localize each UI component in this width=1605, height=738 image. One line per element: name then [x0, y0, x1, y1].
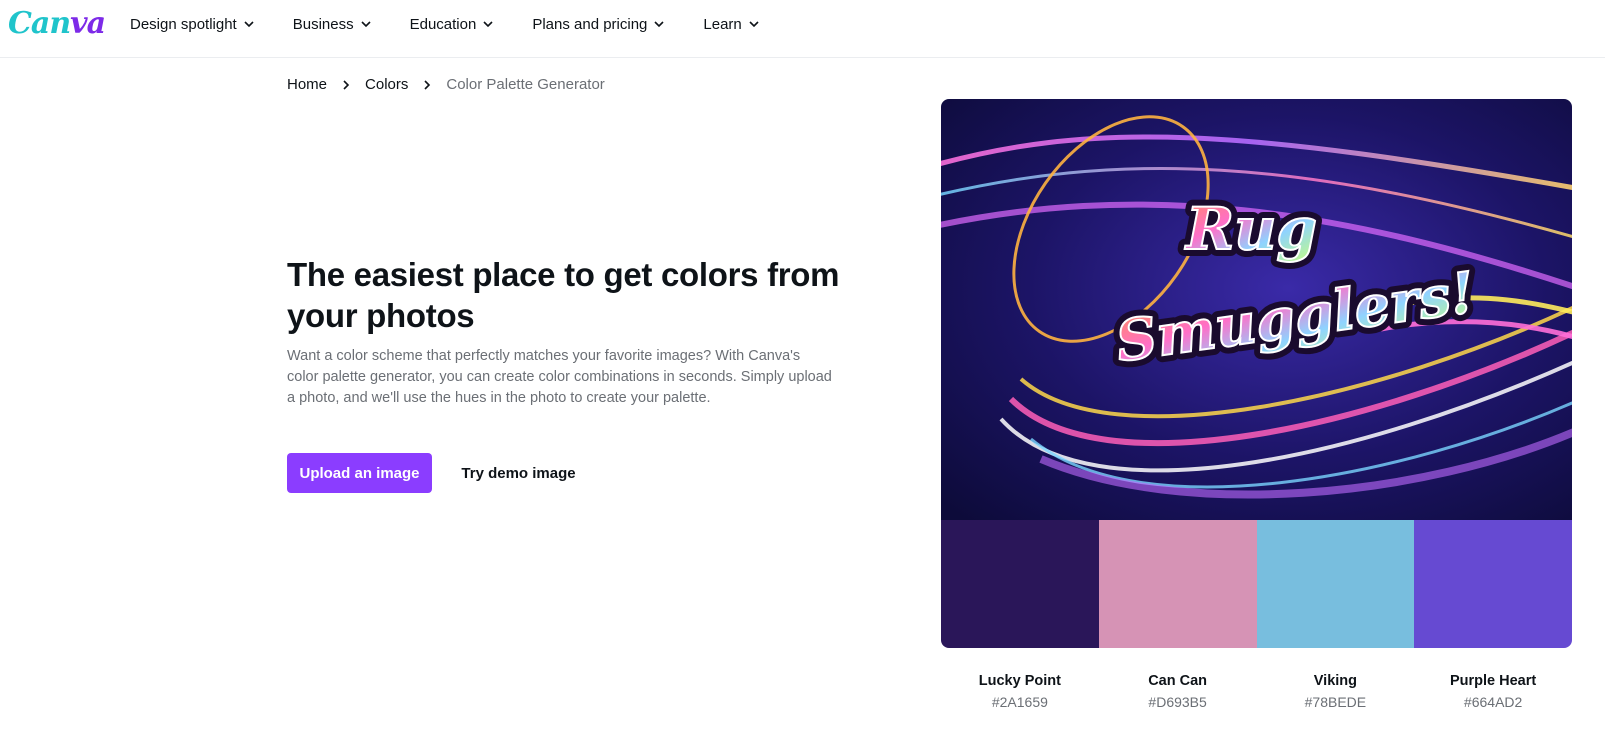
nav-item-label: Learn [703, 15, 742, 33]
chevron-down-icon [483, 21, 493, 28]
logo-text-main: Can [8, 6, 71, 41]
swatch-name: Lucky Point [978, 673, 1061, 689]
try-demo-image-button[interactable]: Try demo image [452, 453, 585, 493]
swatch-label: Can Can #D693B5 [1099, 673, 1257, 710]
nav-item-label: Design spotlight [130, 15, 237, 33]
swatch-purple-heart[interactable] [1414, 520, 1572, 648]
nav-item-business[interactable]: Business [293, 16, 372, 33]
chevron-down-icon [244, 21, 254, 28]
nav-item-label: Education [409, 15, 477, 33]
swatch-labels: Lucky Point #2A1659 Can Can #D693B5 Viki… [941, 673, 1572, 710]
swatch-lucky-point[interactable] [941, 520, 1099, 648]
swatch-label: Lucky Point #2A1659 [941, 673, 1099, 710]
breadcrumb: Home Colors Color Palette Generator [287, 76, 605, 93]
color-swatches [941, 520, 1572, 648]
nav-item-education[interactable]: Education [410, 16, 495, 33]
nav-item-label: Plans and pricing [532, 15, 648, 33]
chevron-right-icon [343, 79, 350, 90]
demo-image: Rug Rug Smugglers! Smugglers! [941, 99, 1572, 520]
chevron-down-icon [749, 21, 759, 28]
page-title: The easiest place to get colors from you… [287, 256, 840, 334]
swatch-label: Purple Heart #664AD2 [1414, 673, 1572, 710]
swatch-hex[interactable]: #2A1659 [941, 694, 1099, 710]
swatch-hex[interactable]: #78BEDE [1257, 694, 1415, 710]
canva-logo[interactable]: Canva [8, 6, 106, 41]
breadcrumb-home[interactable]: Home [287, 76, 327, 93]
logo-text-accent: va [70, 6, 106, 41]
swatch-name: Purple Heart [1450, 673, 1537, 689]
chevron-down-icon [361, 21, 371, 28]
swatch-name: Viking [1313, 673, 1357, 689]
nav-item-label: Business [292, 15, 354, 33]
breadcrumb-current: Color Palette Generator [446, 76, 605, 93]
chevron-down-icon [654, 21, 664, 28]
swatch-can-can[interactable] [1098, 520, 1257, 648]
swatch-hex[interactable]: #D693B5 [1099, 694, 1257, 710]
main-menu: Design spotlight Business Education Plan… [130, 0, 798, 48]
palette-preview: Rug Rug Smugglers! Smugglers! [941, 99, 1572, 648]
page-description: Want a color scheme that perfectly match… [287, 348, 832, 406]
chevron-right-icon [424, 79, 431, 90]
top-navigation: Canva Design spotlight Business Educatio… [0, 0, 1605, 58]
swatch-hex[interactable]: #664AD2 [1414, 694, 1572, 710]
svg-text:Rug: Rug [1184, 195, 1317, 263]
breadcrumb-colors[interactable]: Colors [365, 76, 408, 93]
swatch-label: Viking #78BEDE [1257, 673, 1415, 710]
swatch-viking[interactable] [1256, 520, 1415, 648]
swatch-name: Can Can [1148, 673, 1208, 689]
nav-item-design-spotlight[interactable]: Design spotlight [130, 16, 255, 33]
nav-item-plans-and-pricing[interactable]: Plans and pricing [532, 16, 665, 33]
nav-item-learn[interactable]: Learn [703, 16, 759, 33]
upload-image-button[interactable]: Upload an image [287, 453, 432, 493]
